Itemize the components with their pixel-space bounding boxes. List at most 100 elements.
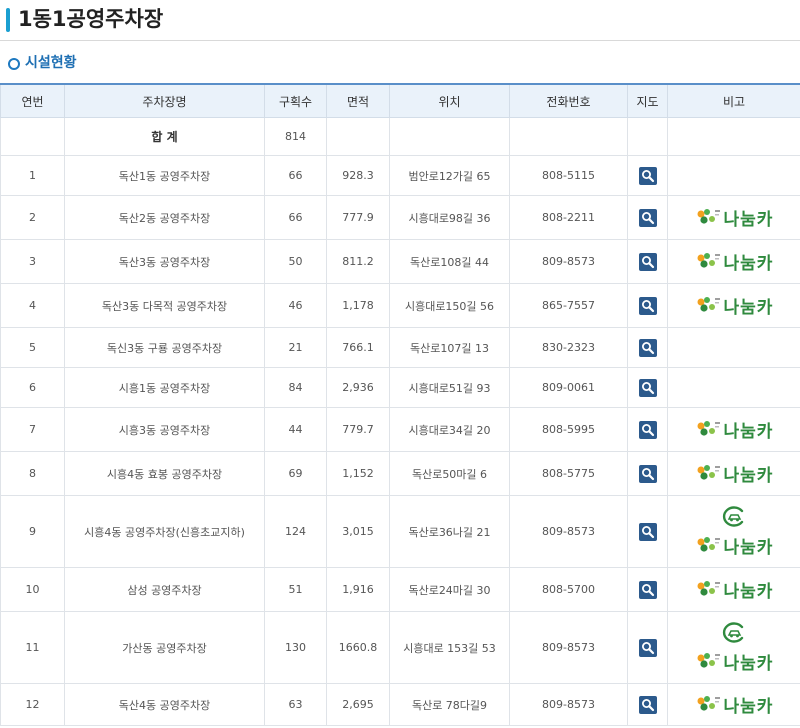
header-location: 위치 — [389, 83, 510, 118]
cell-location: 독산로36나길 21 — [389, 495, 510, 568]
magnifier-icon[interactable] — [638, 695, 657, 714]
cell-note: 나눔카 — [667, 683, 800, 726]
cell-map — [627, 155, 668, 196]
table-row: 7 시흥3동 공영주차장 44 779.7 시흥대로34길 20 808-5995 나눔카 — [0, 407, 800, 452]
cell-area: 766.1 — [326, 327, 390, 368]
cell-note: 나눔카 — [667, 407, 800, 452]
magnifier-icon[interactable] — [638, 208, 657, 227]
cell-name: 독산2동 공영주차장 — [64, 195, 265, 240]
magnifier-icon[interactable] — [638, 522, 657, 541]
magnifier-icon[interactable] — [638, 166, 657, 185]
magnifier-icon[interactable] — [638, 580, 657, 599]
cell-location: 독산로107길 13 — [389, 327, 510, 368]
cell-no: 10 — [0, 567, 65, 612]
cell-no: 5 — [0, 327, 65, 368]
cell-slots: 124 — [264, 495, 327, 568]
magnifier-icon[interactable] — [638, 420, 657, 439]
page-header: 1동1공영주차장 — [0, 0, 800, 41]
cell-note: 나눔카 — [667, 567, 800, 612]
cell-name: 시흥4동 공영주차장(신흥초교지하) — [64, 495, 265, 568]
cell-area: 1,152 — [326, 451, 390, 496]
cell-phone: 809-8573 — [509, 239, 628, 284]
magnifier-icon[interactable] — [638, 638, 657, 657]
nanumcar-logo: 나눔카 — [695, 417, 774, 442]
magnifier-icon[interactable] — [638, 252, 657, 271]
cell-slots: 69 — [264, 451, 327, 496]
table-row: 9 시흥4동 공영주차장(신흥초교지하) 124 3,015 독산로36나길 21 809… — [0, 495, 800, 568]
table-row: 8 시흥4동 효봉 공영주차장 69 1,152 독산로50마길 6 808-5775 나눔… — [0, 451, 800, 496]
cell-name: 독산3동 다목적 공영주차장 — [64, 283, 265, 328]
title-accent-bar — [6, 8, 10, 32]
cell-no: 2 — [0, 195, 65, 240]
total-area-cell — [326, 117, 390, 156]
table-row: 1 독산1동 공영주차장 66 928.3 범안로12가길 65 808-5115 — [0, 155, 800, 196]
total-location-cell — [389, 117, 510, 156]
total-note-cell — [667, 117, 800, 156]
seoul-sharing-leaf-icon — [697, 652, 720, 668]
cell-area: 2,936 — [326, 367, 390, 408]
cell-location: 시흥대로150길 56 — [389, 283, 510, 328]
cell-phone: 808-2211 — [509, 195, 628, 240]
cell-area: 811.2 — [326, 239, 390, 284]
cell-slots: 84 — [264, 367, 327, 408]
nanumcar-text: 나눔카 — [723, 538, 774, 558]
table-row: 6 시흥1동 공영주차장 84 2,936 시흥대로51길 93 809-0061 — [0, 367, 800, 408]
electric-car-icon — [722, 506, 744, 527]
cell-map — [627, 451, 668, 496]
cell-slots: 63 — [264, 683, 327, 726]
cell-location: 독산로108길 44 — [389, 239, 510, 284]
cell-map — [627, 367, 668, 408]
magnifier-icon[interactable] — [638, 378, 657, 397]
header-area: 면적 — [326, 83, 390, 118]
nanumcar-text: 나눔카 — [723, 466, 774, 486]
cell-name: 독산4동 공영주차장 — [64, 683, 265, 726]
cell-name: 독산3동 공영주차장 — [64, 239, 265, 284]
cell-note: 나눔카 — [667, 611, 800, 684]
nanumcar-text: 나눔카 — [723, 422, 774, 442]
total-no-cell — [0, 117, 65, 156]
nanumcar-logo: 나눔카 — [695, 461, 774, 486]
nanumcar-logo: 나눔카 — [695, 649, 774, 674]
cell-note: 나눔카 — [667, 195, 800, 240]
seoul-sharing-leaf-icon — [697, 296, 720, 312]
cell-location: 독산로24마길 30 — [389, 567, 510, 612]
magnifier-icon[interactable] — [638, 338, 657, 357]
cell-name: 시흥4동 효봉 공영주차장 — [64, 451, 265, 496]
table-row: 12 독산4동 공영주차장 63 2,695 독산로 78다길9 809-8573 나눔카 — [0, 683, 800, 726]
cell-name: 독신3동 구룡 공영주차장 — [64, 327, 265, 368]
cell-area: 3,015 — [326, 495, 390, 568]
seoul-sharing-leaf-icon — [697, 252, 720, 268]
cell-location: 시흥대로51길 93 — [389, 367, 510, 408]
cell-phone: 830-2323 — [509, 327, 628, 368]
header-name: 주차장명 — [64, 83, 265, 118]
cell-slots: 21 — [264, 327, 327, 368]
cell-no: 4 — [0, 283, 65, 328]
total-label: 합 계 — [64, 117, 265, 156]
cell-map — [627, 683, 668, 726]
nanumcar-text: 나눔카 — [723, 697, 774, 717]
cell-slots: 66 — [264, 195, 327, 240]
cell-phone: 809-8573 — [509, 495, 628, 568]
nanumcar-logo: 나눔카 — [695, 692, 774, 717]
cell-slots: 51 — [264, 567, 327, 612]
nanumcar-text: 나눔카 — [723, 582, 774, 602]
cell-phone: 865-7557 — [509, 283, 628, 328]
cell-phone: 808-5775 — [509, 451, 628, 496]
cell-no: 11 — [0, 611, 65, 684]
nanumcar-text: 나눔카 — [723, 654, 774, 674]
cell-map — [627, 611, 668, 684]
section-title: 시설현황 — [25, 55, 77, 71]
parking-table: 연번 주차장명 구획수 면적 위치 전화번호 지도 비고 합 계 814 1 독산… — [0, 83, 800, 726]
magnifier-icon[interactable] — [638, 296, 657, 315]
cell-no: 3 — [0, 239, 65, 284]
seoul-sharing-leaf-icon — [697, 536, 720, 552]
table-row: 3 독산3동 공영주차장 50 811.2 독산로108길 44 809-8573 나눔카 — [0, 239, 800, 284]
magnifier-icon[interactable] — [638, 464, 657, 483]
cell-map — [627, 567, 668, 612]
header-slots: 구획수 — [264, 83, 327, 118]
table-row: 11 가산동 공영주차장 130 1660.8 시흥대로 153길 53 809-8573… — [0, 611, 800, 684]
cell-name: 시흥3동 공영주차장 — [64, 407, 265, 452]
cell-area: 777.9 — [326, 195, 390, 240]
table-row: 2 독산2동 공영주차장 66 777.9 시흥대로98길 36 808-2211 나눔카 — [0, 195, 800, 240]
seoul-sharing-leaf-icon — [697, 420, 720, 436]
